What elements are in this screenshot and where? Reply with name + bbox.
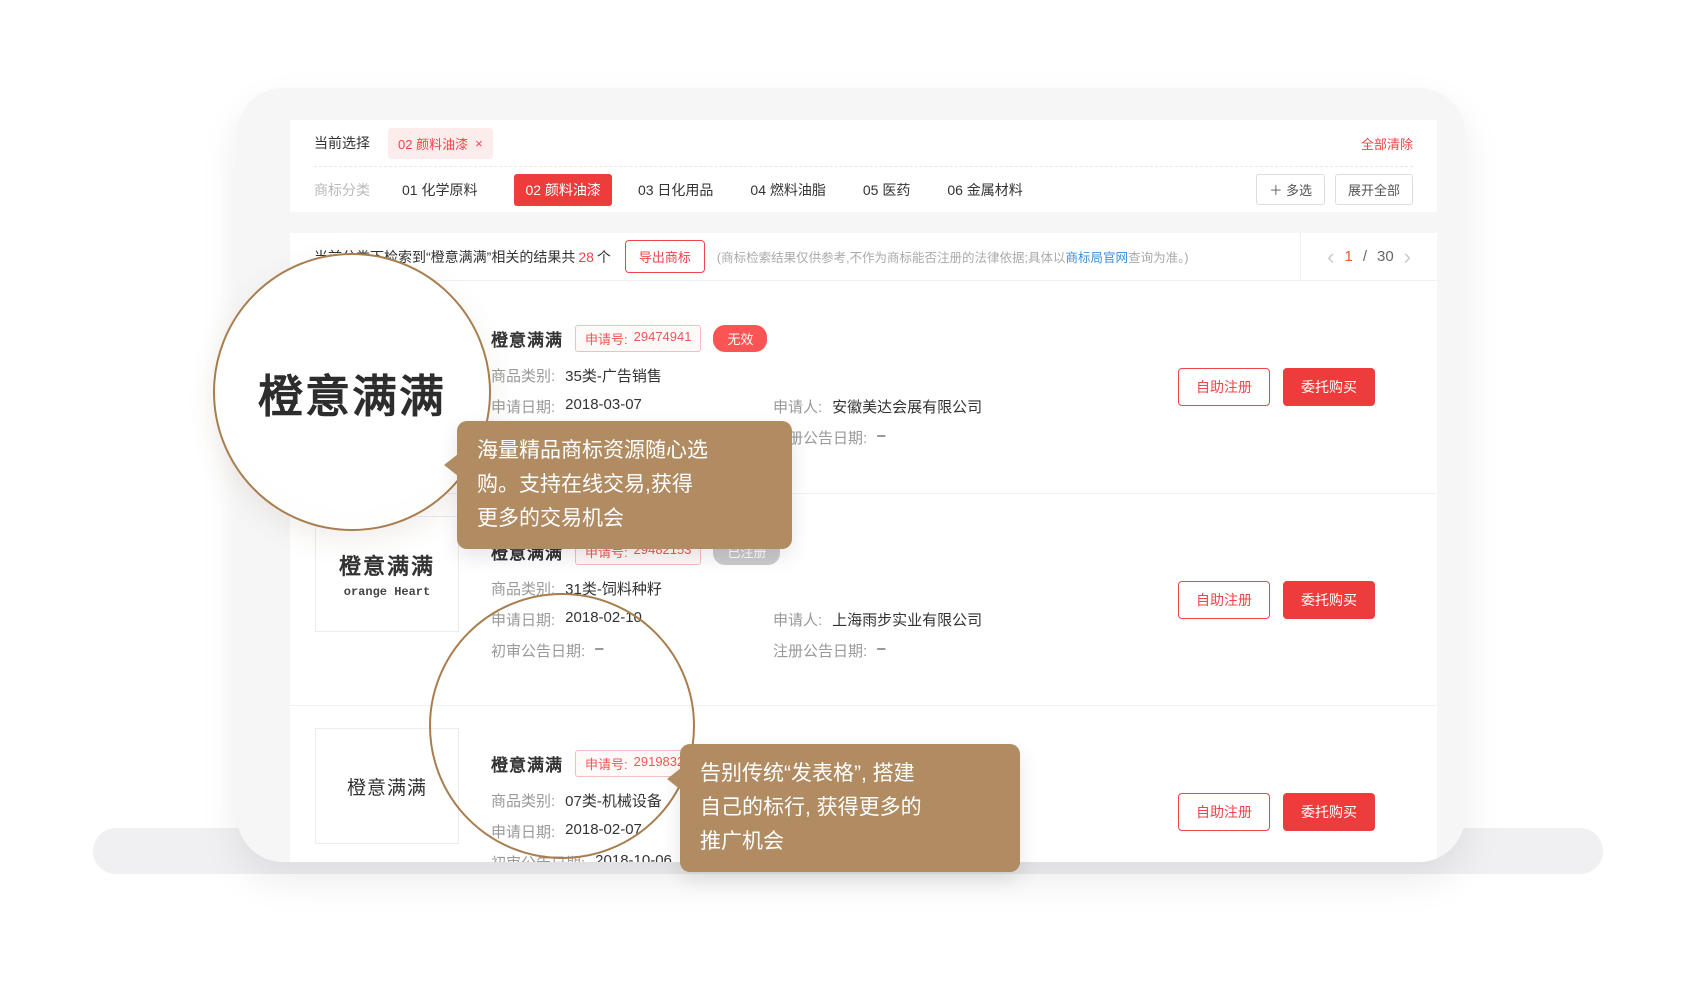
current-selection-row: 当前选择 02 颜料油漆 × 全部清除 [314,120,1413,166]
application-number-label: 申请号: [585,329,628,348]
application-number-value: 29474941 [634,329,692,348]
category-item-01[interactable]: 01 化学原料 [402,180,477,200]
current-selection-label: 当前选择 [314,133,370,153]
row-actions: 自助注册 委托购买 [1178,793,1413,831]
apply-date-label: 申请日期: [491,396,555,417]
magnifier-circle: 橙意满满 [213,253,491,531]
page-separator: / [1363,248,1367,265]
status-badge: 无效 [713,325,767,352]
self-register-button[interactable]: 自助注册 [1178,581,1270,619]
trademark-image-text: 橙意满满 [347,773,427,800]
results-summary-suffix: 个 [597,249,611,265]
registration-publication-value: – [877,640,885,661]
category-label: 商标分类 [314,180,370,200]
self-register-button[interactable]: 自助注册 [1178,793,1270,831]
category-item-02-selected[interactable]: 02 颜料油漆 [514,174,611,206]
tooltip-line: 更多的交易机会 [477,502,772,536]
pagination: ‹ 1 / 30 › [1300,233,1437,280]
row-actions: 自助注册 委托购买 [1178,368,1413,406]
applicant-label: 申请人: [773,609,822,630]
entrust-purchase-button[interactable]: 委托购买 [1283,581,1375,619]
tooltip-arrow-left-icon [667,768,681,790]
category-item-04[interactable]: 04 燃料油脂 [750,180,825,200]
category-item-05[interactable]: 05 医药 [863,180,910,200]
category-item-06[interactable]: 06 金属材料 [947,180,1022,200]
marketing-canvas: 当前选择 02 颜料油漆 × 全部清除 商标分类 01 化学原料 02 颜料油漆… [0,0,1696,1002]
tooltip-line: 推广机会 [700,825,1000,859]
multi-select-button[interactable]: ＋ 多选 [1256,174,1325,205]
category-field-label: 商品类别: [491,365,555,386]
callout-tooltip-marketplace: 海量精品商标资源随心选 购。支持在线交易,获得 更多的交易机会 [457,421,792,549]
first-publication-value: 2018-10-06 [595,852,672,862]
remove-filter-icon[interactable]: × [475,136,483,151]
disclaimer-text-post: 查询为准。) [1128,251,1188,265]
tooltip-line: 自己的标行, 获得更多的 [700,791,1000,825]
category-row: 商标分类 01 化学原料 02 颜料油漆 03 日化用品 04 燃料油脂 05 … [314,166,1413,212]
magnified-trademark-text: 橙意满满 [258,360,446,425]
row-actions: 自助注册 委托购买 [1178,581,1413,619]
entrust-purchase-button[interactable]: 委托购买 [1283,368,1375,406]
tooltip-line: 告别传统“发表格”, 搭建 [700,757,1000,791]
category-item-03[interactable]: 03 日化用品 [638,180,713,200]
lens-circle [429,593,695,859]
export-trademarks-button[interactable]: 导出商标 [625,240,705,273]
filter-panel: 当前选择 02 颜料油漆 × 全部清除 商标分类 01 化学原料 02 颜料油漆… [290,120,1437,212]
expand-all-button[interactable]: 展开全部 [1335,174,1413,205]
self-register-button[interactable]: 自助注册 [1178,368,1270,406]
category-field-value: 35类-广告销售 [565,365,662,386]
trademark-name: 橙意满满 [491,326,563,351]
trademark-image[interactable]: 橙意满满 orange Heart [315,516,459,632]
selected-filter-tag[interactable]: 02 颜料油漆 × [388,128,493,159]
apply-date-value: 2018-03-07 [565,396,642,417]
trademark-image-text: 橙意满满 [339,549,435,581]
results-disclaimer: (商标检索结果仅供参考,不作为商标能否注册的法律依据;具体以商标局官网查询为准。… [717,247,1300,266]
applicant-value: 上海雨步实业有限公司 [832,609,982,630]
applicant-label: 申请人: [773,396,822,417]
next-page-icon[interactable]: › [1404,246,1411,268]
disclaimer-text-pre: (商标检索结果仅供参考,不作为商标能否注册的法律依据;具体以 [717,251,1066,265]
selected-filter-tag-text: 02 颜料油漆 [398,134,468,153]
clear-all-link[interactable]: 全部清除 [1361,134,1413,153]
current-page: 1 [1344,248,1352,265]
total-pages: 30 [1377,248,1394,265]
prev-page-icon[interactable]: ‹ [1327,246,1334,268]
application-number-tag: 申请号: 29474941 [575,325,701,352]
tooltip-line: 购。支持在线交易,获得 [477,468,772,502]
trademark-office-link[interactable]: 商标局官网 [1066,251,1129,265]
tooltip-arrow-left-icon [444,454,458,476]
results-header: 当前分类下检索到“橙意满满”相关的结果共28个 导出商标 (商标检索结果仅供参考… [290,233,1437,281]
applicant-value: 安徽美达会展有限公司 [832,396,982,417]
registration-publication-label: 注册公告日期: [773,640,867,661]
registration-publication-value: – [877,427,885,448]
callout-tooltip-promotion: 告别传统“发表格”, 搭建 自己的标行, 获得更多的 推广机会 [680,744,1020,872]
tooltip-line: 海量精品商标资源随心选 [477,434,772,468]
trademark-image-subtext: orange Heart [344,585,430,599]
entrust-purchase-button[interactable]: 委托购买 [1283,793,1375,831]
results-count: 28 [578,249,594,265]
